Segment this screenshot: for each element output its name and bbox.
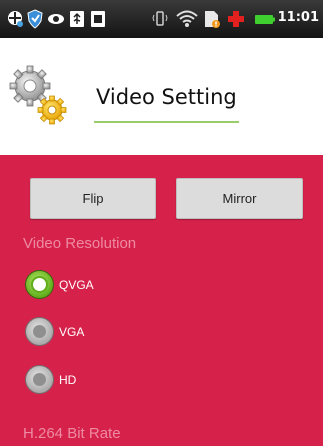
radio-button-unchecked[interactable] bbox=[26, 366, 53, 393]
settings-panel: Flip Mirror Video Resolution QVGA VGA HD… bbox=[0, 155, 323, 446]
battery-icon bbox=[255, 15, 275, 24]
gears-icon bbox=[9, 65, 67, 125]
crosshair-icon bbox=[8, 11, 23, 27]
radio-button-checked[interactable] bbox=[26, 271, 53, 298]
bitrate-label: H.264 Bit Rate bbox=[23, 425, 121, 442]
radio-option-qvga[interactable]: QVGA bbox=[26, 271, 94, 298]
radio-button-unchecked[interactable] bbox=[26, 318, 53, 345]
status-bar: 11:01 bbox=[0, 0, 323, 38]
radio-label-hd: HD bbox=[59, 372, 77, 387]
usb-icon bbox=[70, 11, 84, 27]
video-resolution-label: Video Resolution bbox=[23, 235, 137, 252]
radio-label-qvga: QVGA bbox=[59, 277, 94, 292]
flip-button[interactable]: Flip bbox=[30, 178, 156, 219]
plus-icon bbox=[228, 11, 244, 27]
radio-label-vga: VGA bbox=[59, 324, 85, 339]
eye-icon bbox=[48, 14, 64, 24]
wifi-icon bbox=[176, 10, 198, 27]
title-underline bbox=[94, 121, 239, 123]
page-title: Video Setting bbox=[96, 85, 237, 109]
vibrate-icon bbox=[152, 11, 168, 26]
dark-box-icon bbox=[91, 11, 105, 27]
shield-icon bbox=[27, 9, 43, 29]
mirror-button[interactable]: Mirror bbox=[176, 178, 303, 219]
header: Video Setting bbox=[0, 38, 323, 155]
radio-option-hd[interactable]: HD bbox=[26, 366, 76, 393]
status-time: 11:01 bbox=[277, 10, 319, 25]
alert-sim-icon bbox=[205, 11, 220, 28]
radio-option-vga[interactable]: VGA bbox=[26, 318, 84, 345]
